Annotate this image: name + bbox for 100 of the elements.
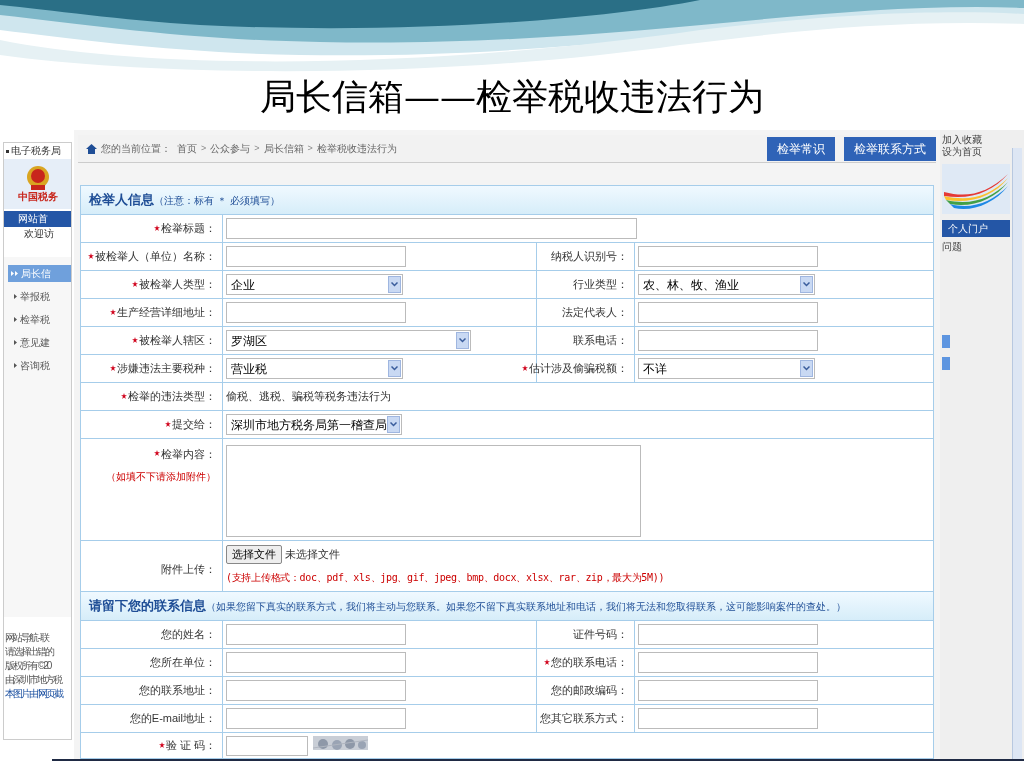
section-title: 请留下您的联系信息 xyxy=(89,597,206,616)
header-link[interactable]: 设为首页 xyxy=(942,146,982,158)
menu-item[interactable]: 举报税 xyxy=(4,288,71,305)
field-label: 验 证 码： xyxy=(165,738,216,754)
field-label: 生产经营详细地址： xyxy=(117,305,216,321)
breadcrumb-separator: > xyxy=(307,141,313,155)
field-label: 联系电话： xyxy=(573,333,628,349)
emblem-icon xyxy=(25,165,50,191)
input-field[interactable] xyxy=(638,302,818,323)
field-label: 涉嫌违法主要税种： xyxy=(117,361,216,377)
footer-link[interactable]: 本图片由“网页截 xyxy=(5,687,63,701)
field-label: 行业类型： xyxy=(573,277,628,293)
choose-file-button[interactable]: 选择文件 xyxy=(226,545,282,564)
breadcrumb-separator: > xyxy=(254,141,260,155)
input-field[interactable] xyxy=(226,652,406,673)
rainbow-wing-drawing xyxy=(942,164,1010,214)
field-label: 您的联系地址： xyxy=(139,683,216,699)
breadcrumb-link[interactable]: 局长信箱 xyxy=(263,141,304,156)
field-label: 纳税人识别号： xyxy=(551,249,628,265)
field-label: 附件上传： xyxy=(161,562,216,578)
select-field[interactable]: 不详 xyxy=(638,358,815,379)
footer-text: 版权所有 ©20 xyxy=(5,659,51,673)
field-hint: （如填不下请添加附件） xyxy=(106,469,216,484)
breadcrumb-link[interactable]: 公众参与 xyxy=(210,141,251,156)
bullet-icon xyxy=(14,363,17,368)
section-note: （如果您留下真实的联系方式，我们将主动与您联系。如果您不留下真实联系地址和电话，我们将无法和您取得联系，这可能影响案件的查处。） xyxy=(206,599,846,614)
captcha-field[interactable] xyxy=(226,735,308,756)
field-label: 检举内容： xyxy=(161,447,216,462)
field-label: 估计涉及偷骗税额： xyxy=(529,361,628,377)
field-label: 您的E-mail地址： xyxy=(129,711,216,727)
menu-item[interactable]: 检举税 xyxy=(4,311,71,328)
input-field[interactable] xyxy=(638,330,818,351)
field-label: 您的联系电话： xyxy=(551,655,628,671)
bullet-icon xyxy=(14,317,17,322)
header-link[interactable]: 加入收藏 xyxy=(942,134,982,146)
file-status: 未选择文件 xyxy=(285,547,340,563)
section-title: 检举人信息 xyxy=(89,191,154,210)
list-item[interactable]: 问题 xyxy=(942,239,962,254)
bullet-icon xyxy=(14,340,17,345)
breadcrumb-separator: > xyxy=(201,141,207,155)
menu-item[interactable]: 意见建 xyxy=(4,334,71,351)
field-label: 检举的违法类型： xyxy=(128,389,216,405)
input-field[interactable] xyxy=(638,680,818,701)
field-label: 您的姓名： xyxy=(161,627,216,643)
field-label: 您的邮政编码： xyxy=(551,683,628,699)
select-field[interactable]: 农、林、牧、渔业 xyxy=(638,274,815,295)
input-field[interactable] xyxy=(638,624,818,645)
home-icon xyxy=(86,143,97,154)
input-field[interactable] xyxy=(226,680,406,701)
footer-text: 网站导航 - 联 xyxy=(5,631,48,645)
input-field[interactable] xyxy=(226,708,406,729)
field-label: 被检举人辖区： xyxy=(139,333,216,349)
logo-text: 中国税务 xyxy=(17,191,58,203)
nav-tab[interactable]: 网站首 xyxy=(4,211,71,227)
input-field[interactable] xyxy=(638,652,818,673)
field-label: 证件号码： xyxy=(573,627,628,643)
field-label: 检举标题： xyxy=(161,221,216,237)
top-button[interactable]: 检举联系方式 xyxy=(844,136,936,161)
input-field[interactable] xyxy=(226,302,406,323)
chevron-down-icon xyxy=(390,422,397,427)
chevron-down-icon xyxy=(803,366,810,371)
scrollbar[interactable] xyxy=(1012,148,1022,760)
input-field[interactable] xyxy=(226,218,637,239)
select-field[interactable]: 深圳市地方税务局第一稽查局 xyxy=(226,414,402,435)
breadcrumb-label: 您的当前位置： xyxy=(101,142,171,156)
field-label: 被检举人（单位）名称： xyxy=(95,249,216,265)
chevron-down-icon xyxy=(391,366,398,371)
chevron-down-icon xyxy=(803,282,810,287)
bullet-icon xyxy=(6,149,9,153)
input-field[interactable] xyxy=(226,246,406,267)
text-area[interactable] xyxy=(226,445,641,537)
field-label: 您所在单位： xyxy=(150,655,216,671)
side-marker xyxy=(942,357,950,370)
nav-tab[interactable]: 个人门户 xyxy=(942,220,1010,237)
breadcrumb-link[interactable]: 首页 xyxy=(177,141,197,156)
field-value: 偷税、逃税、骗税等税务违法行为 xyxy=(226,389,391,405)
top-link[interactable]: 电子税务局 xyxy=(11,143,61,159)
bullet-icon xyxy=(14,294,17,299)
chevron-down-icon xyxy=(391,282,398,287)
select-field[interactable]: 企业 xyxy=(226,274,403,295)
select-field[interactable]: 罗湖区 xyxy=(226,330,471,351)
double-arrow-icon xyxy=(11,271,18,276)
side-marker xyxy=(942,335,950,348)
upload-hint: (支持上传格式：doc、pdf、xls、jpg、gif、jpeg、bmp、docx、xlsx、rar、zip，最大为5M)) xyxy=(226,571,665,585)
breadcrumb-link[interactable]: 检举税收违法行为 xyxy=(316,141,397,156)
field-label: 法定代表人： xyxy=(562,305,628,321)
slide-title: 局长信箱——检举税收违法行为 xyxy=(260,75,764,119)
field-label: 您其它联系方式： xyxy=(540,711,628,727)
chevron-down-icon xyxy=(459,338,466,343)
input-field[interactable] xyxy=(638,708,818,729)
field-label: 提交给： xyxy=(172,417,216,433)
footer-text: 由深圳市地方税 xyxy=(5,673,61,687)
select-field[interactable]: 营业税 xyxy=(226,358,403,379)
field-label: 被检举人类型： xyxy=(139,277,216,293)
top-button[interactable]: 检举常识 xyxy=(767,136,835,161)
input-field[interactable] xyxy=(226,624,406,645)
input-field[interactable] xyxy=(638,246,818,267)
welcome-text: 欢迎访 xyxy=(23,227,55,241)
footer-text: 请选择出错的 xyxy=(5,645,53,659)
menu-item[interactable]: 咨询税 xyxy=(4,357,71,374)
